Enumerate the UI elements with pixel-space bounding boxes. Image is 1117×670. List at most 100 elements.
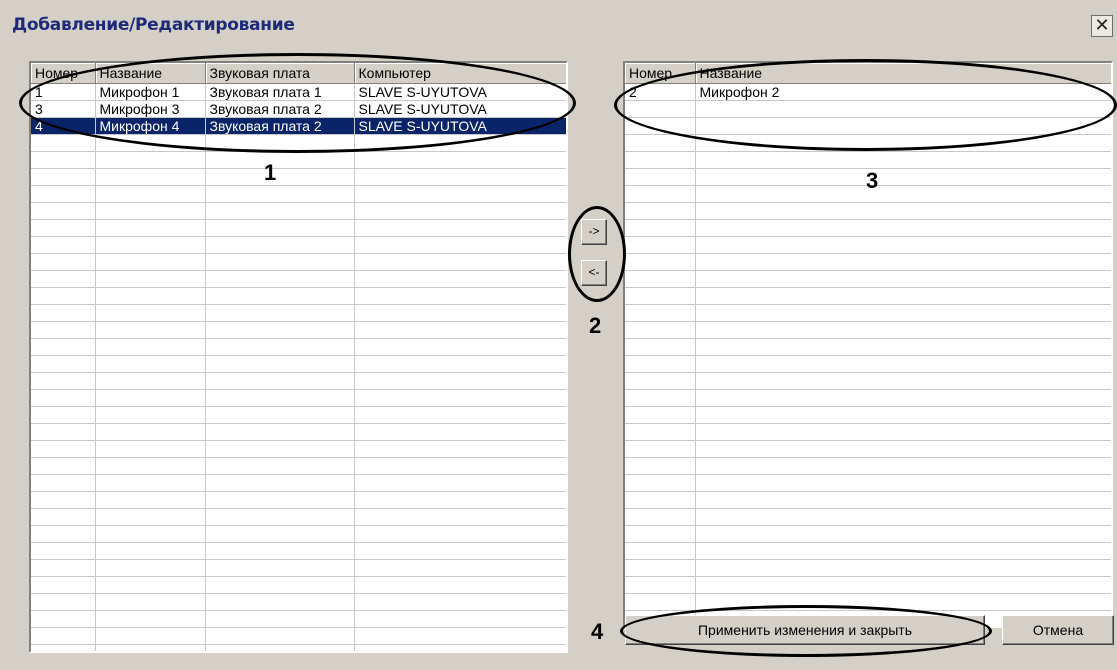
- close-button[interactable]: ✕: [1091, 15, 1113, 37]
- empty-cell: [205, 236, 355, 254]
- callout-label-3: 3: [866, 168, 879, 193]
- empty-row: [31, 168, 566, 186]
- empty-row: [31, 440, 566, 458]
- empty-row: [31, 185, 566, 203]
- empty-cell: [95, 440, 206, 458]
- empty-cell: [625, 219, 696, 237]
- empty-cell: [31, 287, 96, 305]
- empty-cell: [95, 559, 206, 577]
- empty-cell: [31, 474, 96, 492]
- empty-row: [625, 202, 1111, 220]
- empty-row: [31, 610, 566, 628]
- empty-row: [625, 491, 1111, 509]
- empty-row: [625, 542, 1111, 560]
- empty-cell: [31, 270, 96, 288]
- empty-row: [31, 304, 566, 322]
- empty-cell: [31, 610, 96, 628]
- empty-cell: [95, 474, 206, 492]
- empty-cell: [695, 355, 1111, 373]
- empty-cell: [695, 576, 1111, 594]
- empty-cell: [354, 236, 566, 254]
- empty-cell: [354, 644, 566, 651]
- callout-oval-3: [614, 59, 1117, 151]
- empty-cell: [31, 134, 96, 152]
- empty-row: [31, 491, 566, 509]
- empty-cell: [354, 185, 566, 203]
- empty-cell: [31, 542, 96, 560]
- empty-cell: [95, 321, 206, 339]
- empty-cell: [95, 253, 206, 271]
- empty-cell: [354, 440, 566, 458]
- empty-row: [31, 355, 566, 373]
- empty-cell: [354, 253, 566, 271]
- empty-cell: [95, 542, 206, 560]
- empty-cell: [31, 627, 96, 645]
- empty-cell: [205, 610, 355, 628]
- empty-row: [31, 202, 566, 220]
- empty-cell: [625, 542, 696, 560]
- empty-row: [625, 355, 1111, 373]
- cancel-button[interactable]: Отмена: [1002, 615, 1114, 645]
- empty-cell: [205, 576, 355, 594]
- callout-oval-1: [19, 53, 576, 153]
- empty-row: [31, 151, 566, 169]
- empty-cell: [95, 423, 206, 441]
- empty-cell: [625, 508, 696, 526]
- empty-row: [625, 236, 1111, 254]
- empty-cell: [695, 151, 1111, 169]
- empty-cell: [205, 593, 355, 611]
- empty-cell: [354, 389, 566, 407]
- empty-cell: [205, 202, 355, 220]
- empty-cell: [31, 644, 96, 651]
- empty-cell: [95, 457, 206, 475]
- empty-cell: [205, 644, 355, 651]
- empty-cell: [31, 321, 96, 339]
- empty-cell: [95, 593, 206, 611]
- empty-cell: [354, 474, 566, 492]
- empty-cell: [205, 508, 355, 526]
- empty-row: [31, 253, 566, 271]
- empty-cell: [695, 253, 1111, 271]
- empty-cell: [625, 270, 696, 288]
- empty-cell: [695, 185, 1111, 203]
- close-icon: ✕: [1094, 15, 1110, 35]
- empty-cell: [695, 457, 1111, 475]
- empty-cell: [31, 559, 96, 577]
- empty-cell: [695, 423, 1111, 441]
- empty-cell: [695, 406, 1111, 424]
- empty-cell: [354, 491, 566, 509]
- callout-oval-4: [620, 605, 992, 657]
- empty-cell: [354, 576, 566, 594]
- empty-cell: [625, 406, 696, 424]
- empty-cell: [205, 321, 355, 339]
- empty-cell: [205, 406, 355, 424]
- empty-cell: [31, 372, 96, 390]
- empty-row: [625, 253, 1111, 271]
- empty-cell: [695, 287, 1111, 305]
- dialog-window: Добавление/Редактирование ✕ Номер Назван…: [0, 0, 1117, 670]
- empty-cell: [354, 423, 566, 441]
- empty-cell: [625, 338, 696, 356]
- empty-row: [625, 151, 1111, 169]
- empty-cell: [205, 355, 355, 373]
- empty-cell: [205, 185, 355, 203]
- empty-row: [625, 389, 1111, 407]
- empty-cell: [354, 270, 566, 288]
- empty-cell: [31, 355, 96, 373]
- empty-cell: [695, 491, 1111, 509]
- empty-row: [31, 389, 566, 407]
- empty-cell: [31, 168, 96, 186]
- empty-row: [625, 559, 1111, 577]
- empty-cell: [205, 219, 355, 237]
- empty-cell: [205, 304, 355, 322]
- empty-cell: [205, 372, 355, 390]
- empty-row: [625, 338, 1111, 356]
- empty-cell: [205, 474, 355, 492]
- empty-cell: [625, 168, 696, 186]
- empty-cell: [354, 168, 566, 186]
- empty-cell: [31, 457, 96, 475]
- empty-cell: [95, 525, 206, 543]
- empty-cell: [95, 185, 206, 203]
- empty-row: [31, 372, 566, 390]
- empty-cell: [205, 423, 355, 441]
